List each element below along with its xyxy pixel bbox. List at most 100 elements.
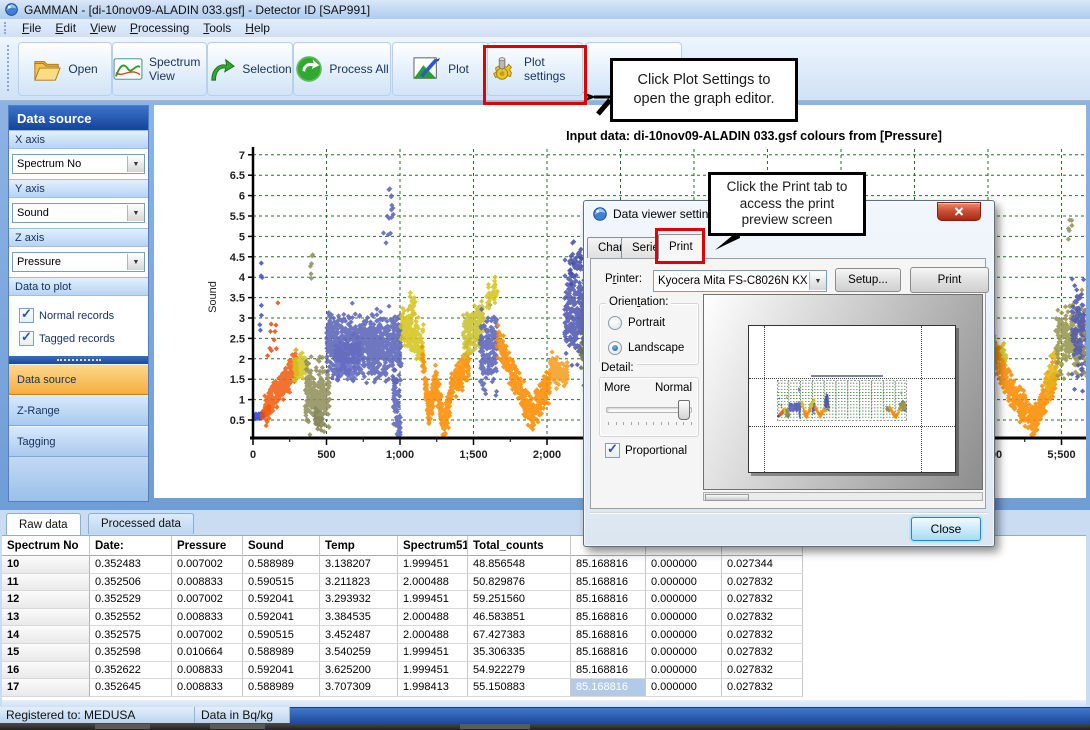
radio-icon[interactable] xyxy=(608,316,622,330)
table-cell[interactable]: 85.168816 xyxy=(571,591,646,609)
preview-horizontal-scrollbar[interactable] xyxy=(703,492,983,501)
table-cell[interactable]: 0.010664 xyxy=(172,644,243,662)
table-cell[interactable]: 85.168816 xyxy=(571,679,646,697)
table-cell[interactable]: 0.008833 xyxy=(172,609,243,627)
table-cell[interactable]: 13 xyxy=(2,609,90,627)
table-cell[interactable]: 0.027832 xyxy=(722,626,803,644)
nav-button-tagging[interactable]: Tagging xyxy=(9,426,148,457)
table-cell[interactable]: 0.352552 xyxy=(90,609,172,627)
table-cell[interactable]: 50.829876 xyxy=(468,574,571,592)
menu-item-edit[interactable]: Edit xyxy=(48,20,83,36)
landscape-radio[interactable]: Landscape xyxy=(608,341,684,355)
table-cell[interactable]: 0.000000 xyxy=(646,574,722,592)
panel-grip[interactable] xyxy=(9,356,148,364)
dialog-close-x-button[interactable] xyxy=(937,202,981,221)
plot-settings-button[interactable]: Plot settings xyxy=(487,42,583,96)
plot-button[interactable]: Plot xyxy=(392,42,489,96)
table-cell[interactable]: 85.168816 xyxy=(571,626,646,644)
proportional-checkbox[interactable]: ✓ Proportional xyxy=(605,439,687,462)
printer-select[interactable]: Kyocera Mita FS-C8026N KX ▼ xyxy=(653,270,827,292)
table-cell[interactable]: 0.352645 xyxy=(90,679,172,697)
table-cell[interactable]: 0.000000 xyxy=(646,644,722,662)
table-cell[interactable]: 0.592041 xyxy=(243,609,320,627)
grid-horizontal-scrollbar[interactable] xyxy=(2,700,1086,707)
print-button[interactable]: Print xyxy=(910,267,989,293)
table-cell[interactable]: 0.027832 xyxy=(722,662,803,680)
table-cell[interactable]: 11 xyxy=(2,574,90,592)
table-cell[interactable]: 0.000000 xyxy=(646,591,722,609)
axis-select-z-axis[interactable]: Pressure▼ xyxy=(12,252,145,272)
table-cell[interactable]: 0.027832 xyxy=(722,591,803,609)
process-all-button[interactable]: Process All xyxy=(293,42,391,96)
table-cell[interactable]: 46.583851 xyxy=(468,609,571,627)
table-cell[interactable]: 85.168816 xyxy=(571,574,646,592)
table-cell[interactable]: 0.008833 xyxy=(172,662,243,680)
table-cell[interactable]: 0.007002 xyxy=(172,556,243,574)
table-cell[interactable]: 3.211823 xyxy=(320,574,398,592)
table-cell[interactable]: 0.352598 xyxy=(90,644,172,662)
nav-button-data-source[interactable]: Data source xyxy=(9,364,148,395)
chevron-down-icon[interactable]: ▼ xyxy=(127,205,144,221)
window-titlebar[interactable]: GAMMAN - [di-10nov09-ALADIN 033.gsf] - D… xyxy=(0,0,1090,19)
preview-scrollbar-thumb[interactable] xyxy=(705,494,749,501)
table-cell[interactable]: 3.384535 xyxy=(320,609,398,627)
table-cell[interactable]: 0.588989 xyxy=(243,679,320,697)
table-cell[interactable]: 0.590515 xyxy=(243,626,320,644)
table-cell[interactable]: 0.000000 xyxy=(646,556,722,574)
table-cell[interactable]: 0.007002 xyxy=(172,626,243,644)
table-cell[interactable]: 0.000000 xyxy=(646,662,722,680)
table-cell[interactable]: 0.008833 xyxy=(172,679,243,697)
table-cell[interactable]: 2.000488 xyxy=(398,574,468,592)
table-cell[interactable]: 3.540259 xyxy=(320,644,398,662)
table-cell[interactable]: 0.000000 xyxy=(646,679,722,697)
open-button[interactable]: Open xyxy=(18,42,112,96)
table-cell[interactable]: 35.306335 xyxy=(468,644,571,662)
table-cell[interactable]: 17 xyxy=(2,679,90,697)
table-cell[interactable]: 0.352622 xyxy=(90,662,172,680)
table-cell[interactable]: 0.592041 xyxy=(243,662,320,680)
axis-select-x-axis[interactable]: Spectrum No▼ xyxy=(12,154,145,174)
table-cell[interactable]: 14 xyxy=(2,626,90,644)
table-cell[interactable]: 0.007002 xyxy=(172,591,243,609)
chevron-down-icon[interactable]: ▼ xyxy=(127,156,144,172)
table-cell[interactable]: 15 xyxy=(2,644,90,662)
menu-item-view[interactable]: View xyxy=(83,20,123,36)
dialog-close-button[interactable]: Close xyxy=(911,517,981,541)
table-cell[interactable]: 0.027832 xyxy=(722,679,803,697)
table-cell[interactable]: 0.588989 xyxy=(243,644,320,662)
table-cell[interactable]: 54.922279 xyxy=(468,662,571,680)
table-cell[interactable]: 0.027832 xyxy=(722,609,803,627)
checkbox-tagged-records[interactable]: ✓Tagged records xyxy=(19,327,148,350)
chevron-down-icon[interactable]: ▼ xyxy=(809,272,826,290)
table-cell[interactable]: 0.588989 xyxy=(243,556,320,574)
table-cell[interactable]: 0.352529 xyxy=(90,591,172,609)
selection-button[interactable]: Selection xyxy=(207,42,293,96)
table-cell[interactable]: 1.999451 xyxy=(398,644,468,662)
table-tab-raw-data[interactable]: Raw data xyxy=(6,513,81,535)
menu-item-help[interactable]: Help xyxy=(238,20,277,36)
table-cell[interactable]: 1.999451 xyxy=(398,556,468,574)
radio-selected-icon[interactable] xyxy=(608,341,622,355)
table-cell[interactable]: 1.999451 xyxy=(398,591,468,609)
table-cell[interactable]: 85.168816 xyxy=(571,609,646,627)
table-cell[interactable]: 85.168816 xyxy=(571,556,646,574)
table-cell[interactable]: 0.352575 xyxy=(90,626,172,644)
nav-button-z-range[interactable]: Z-Range xyxy=(9,395,148,426)
table-cell[interactable]: 0.590515 xyxy=(243,574,320,592)
table-cell[interactable]: 0.000000 xyxy=(646,609,722,627)
chevron-down-icon[interactable]: ▼ xyxy=(127,254,144,270)
table-cell[interactable]: 3.625200 xyxy=(320,662,398,680)
table-cell[interactable]: 0.352506 xyxy=(90,574,172,592)
table-cell[interactable]: 0.008833 xyxy=(172,574,243,592)
checkbox-checked-icon[interactable]: ✓ xyxy=(19,308,34,323)
table-cell[interactable]: 0.027344 xyxy=(722,556,803,574)
table-cell[interactable]: 1.999451 xyxy=(398,662,468,680)
detail-slider[interactable] xyxy=(606,400,692,430)
menu-item-processing[interactable]: Processing xyxy=(123,20,196,36)
menu-item-file[interactable]: File xyxy=(15,20,48,36)
checkbox-checked-icon[interactable]: ✓ xyxy=(605,443,620,458)
printer-setup-button[interactable]: Setup... xyxy=(835,268,901,292)
table-cell[interactable]: 0.027832 xyxy=(722,644,803,662)
table-cell[interactable]: 3.707309 xyxy=(320,679,398,697)
slider-thumb[interactable] xyxy=(678,400,690,420)
